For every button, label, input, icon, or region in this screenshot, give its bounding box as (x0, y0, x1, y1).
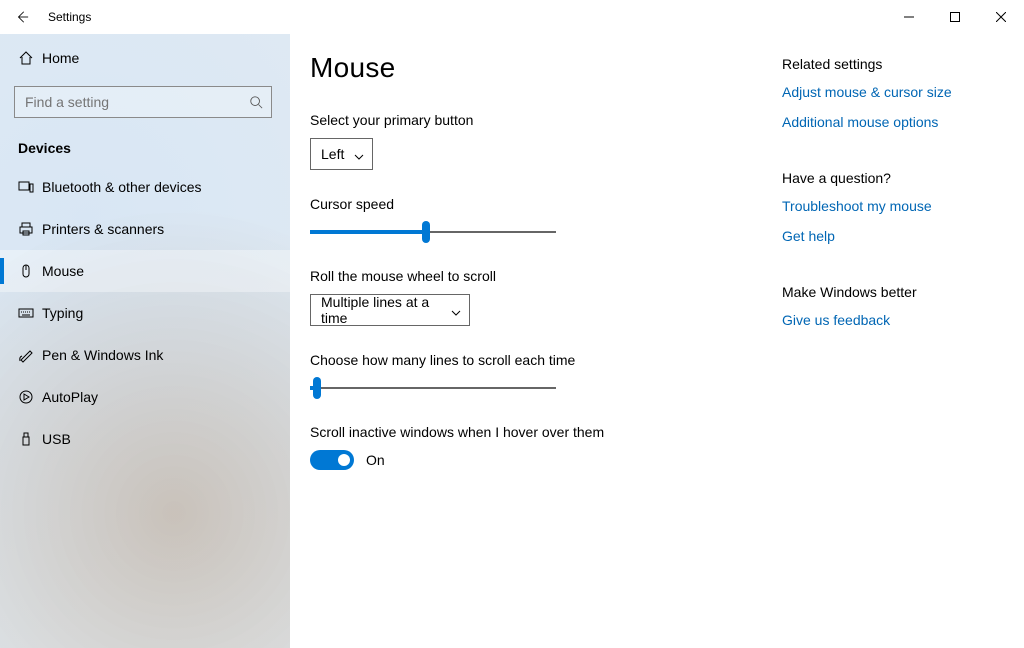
have-a-question-block: Have a question? Troubleshoot my mouse G… (782, 170, 1000, 244)
minimize-button[interactable] (886, 0, 932, 34)
autoplay-icon (18, 389, 42, 405)
related-settings-heading: Related settings (782, 56, 1000, 72)
setting-primary-button: Select your primary button Left (310, 112, 770, 170)
setting-cursor-speed: Cursor speed (310, 196, 770, 242)
sidebar-item-mouse[interactable]: Mouse (0, 250, 290, 292)
sidebar-item-pen[interactable]: Pen & Windows Ink (0, 334, 290, 376)
setting-label: Select your primary button (310, 112, 770, 128)
devices-icon (18, 179, 42, 195)
setting-scroll-lines: Choose how many lines to scroll each tim… (310, 352, 770, 398)
sidebar-item-bluetooth[interactable]: Bluetooth & other devices (0, 166, 290, 208)
search-input[interactable] (25, 94, 249, 110)
sidebar: Home Devices Bluetooth & other devices P… (0, 34, 290, 648)
chevron-down-icon (354, 149, 364, 159)
scroll-lines-slider[interactable] (310, 378, 556, 398)
toggle-state-label: On (366, 452, 385, 468)
home-nav[interactable]: Home (0, 40, 290, 76)
link-give-feedback[interactable]: Give us feedback (782, 312, 1000, 328)
sidebar-item-printers[interactable]: Printers & scanners (0, 208, 290, 250)
make-windows-better-block: Make Windows better Give us feedback (782, 284, 1000, 328)
sidebar-item-autoplay[interactable]: AutoPlay (0, 376, 290, 418)
shell: Home Devices Bluetooth & other devices P… (0, 34, 1024, 648)
sidebar-section-heading: Devices (0, 118, 290, 166)
sidebar-item-label: Mouse (42, 263, 84, 279)
arrow-left-icon (15, 10, 29, 24)
home-label: Home (42, 50, 79, 66)
maximize-icon (950, 12, 960, 22)
sidebar-item-label: Bluetooth & other devices (42, 179, 202, 195)
link-additional-mouse-options[interactable]: Additional mouse options (782, 114, 1000, 130)
sidebar-item-label: AutoPlay (42, 389, 98, 405)
scroll-mode-dropdown[interactable]: Multiple lines at a time (310, 294, 470, 326)
minimize-icon (904, 12, 914, 22)
link-get-help[interactable]: Get help (782, 228, 1000, 244)
nav-list: Bluetooth & other devices Printers & sca… (0, 166, 290, 460)
search-field[interactable] (14, 86, 272, 118)
right-column: Related settings Adjust mouse & cursor s… (770, 52, 1024, 648)
usb-icon (18, 431, 42, 447)
maximize-button[interactable] (932, 0, 978, 34)
sidebar-item-label: Pen & Windows Ink (42, 347, 163, 363)
back-button[interactable] (0, 0, 44, 34)
main-column: Mouse Select your primary button Left Cu… (290, 52, 770, 648)
setting-label: Roll the mouse wheel to scroll (310, 268, 770, 284)
setting-label: Choose how many lines to scroll each tim… (310, 352, 770, 368)
primary-button-dropdown[interactable]: Left (310, 138, 373, 170)
setting-label: Scroll inactive windows when I hover ove… (310, 424, 770, 440)
setting-label: Cursor speed (310, 196, 770, 212)
window-title: Settings (48, 10, 91, 24)
dropdown-value: Multiple lines at a time (321, 294, 441, 326)
page-title: Mouse (310, 52, 770, 84)
close-icon (996, 12, 1006, 22)
link-adjust-cursor[interactable]: Adjust mouse & cursor size (782, 84, 1000, 100)
titlebar: Settings (0, 0, 1024, 34)
toggle-knob (338, 454, 350, 466)
mouse-icon (18, 263, 42, 279)
search-icon (249, 95, 263, 109)
link-troubleshoot-mouse[interactable]: Troubleshoot my mouse (782, 198, 1000, 214)
close-button[interactable] (978, 0, 1024, 34)
have-a-question-heading: Have a question? (782, 170, 1000, 186)
content: Mouse Select your primary button Left Cu… (290, 34, 1024, 648)
home-icon (18, 50, 42, 66)
setting-hover-scroll: Scroll inactive windows when I hover ove… (310, 424, 770, 470)
keyboard-icon (18, 305, 42, 321)
printer-icon (18, 221, 42, 237)
sidebar-item-label: USB (42, 431, 71, 447)
setting-scroll-mode: Roll the mouse wheel to scroll Multiple … (310, 268, 770, 326)
cursor-speed-slider[interactable] (310, 222, 556, 242)
hover-scroll-toggle[interactable] (310, 450, 354, 470)
make-windows-better-heading: Make Windows better (782, 284, 1000, 300)
sidebar-item-typing[interactable]: Typing (0, 292, 290, 334)
related-settings-block: Related settings Adjust mouse & cursor s… (782, 56, 1000, 130)
pen-icon (18, 347, 42, 363)
chevron-down-icon (451, 305, 461, 315)
sidebar-item-label: Typing (42, 305, 83, 321)
sidebar-item-label: Printers & scanners (42, 221, 164, 237)
dropdown-value: Left (321, 146, 344, 162)
sidebar-item-usb[interactable]: USB (0, 418, 290, 460)
